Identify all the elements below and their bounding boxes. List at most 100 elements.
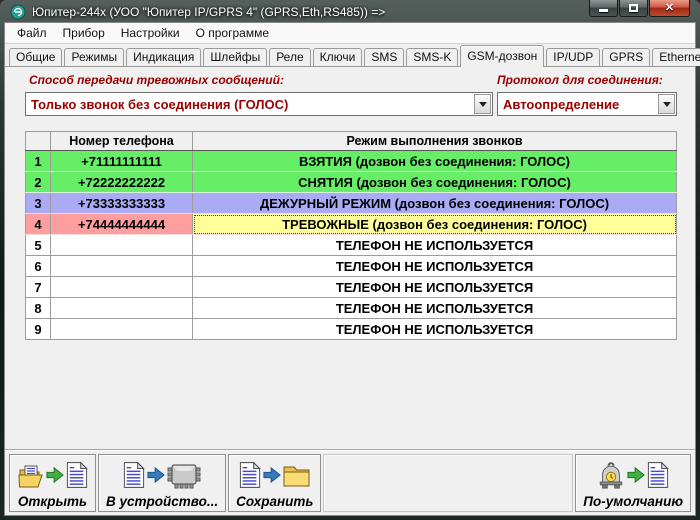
row-number: 8	[26, 298, 51, 319]
mode-cell[interactable]: ТЕЛЕФОН НЕ ИСПОЛЬЗУЕТСЯ	[193, 298, 677, 319]
tab-sms[interactable]: SMS	[364, 48, 404, 66]
document-icon	[239, 461, 261, 489]
mode-cell[interactable]: ДЕЖУРНЫЙ РЕЖИМ (дозвон без соединения: Г…	[193, 193, 677, 214]
menu-bar: Файл Прибор Настройки О программе	[5, 23, 695, 44]
app-icon	[10, 4, 26, 20]
close-icon: ✕	[665, 3, 674, 14]
header-row-number	[26, 132, 51, 151]
window-title: Юпитер-244x (УОО "Юпитер IP/GPRS 4" (GPR…	[32, 5, 385, 19]
chevron-down-icon	[479, 102, 487, 111]
tab-shleyfy[interactable]: Шлейфы	[203, 48, 267, 66]
minimize-icon	[599, 9, 608, 12]
menu-file[interactable]: Файл	[9, 24, 55, 42]
phone-cell[interactable]	[51, 277, 193, 298]
protocol-value: Автоопределение	[498, 97, 658, 112]
window-controls: ✕	[588, 0, 690, 17]
mode-cell[interactable]: ТЕЛЕФОН НЕ ИСПОЛЬЗУЕТСЯ	[193, 256, 677, 277]
row-number: 2	[26, 172, 51, 193]
table-header-row: Номер телефона Режим выполнения звонков	[26, 132, 677, 151]
row-number: 9	[26, 319, 51, 340]
save-icon	[239, 457, 310, 493]
minimize-button[interactable]	[589, 0, 618, 17]
green-arrow-icon	[627, 465, 645, 485]
tab-ip-udp[interactable]: IP/UDP	[546, 48, 600, 66]
chevron-down-icon	[663, 102, 671, 111]
phone-cell[interactable]	[51, 298, 193, 319]
phone-cell[interactable]: +72222222222	[51, 172, 193, 193]
table-row: 6 ТЕЛЕФОН НЕ ИСПОЛЬЗУЕТСЯ	[26, 256, 677, 277]
table-row: 1 +71111111111 ВЗЯТИЯ (дозвон без соедин…	[26, 151, 677, 172]
defaults-icon	[597, 457, 669, 493]
tab-strip: Общие Режимы Индикация Шлейфы Реле Ключи…	[5, 44, 695, 66]
phone-cell[interactable]: +73333333333	[51, 193, 193, 214]
tab-gprs[interactable]: GPRS	[602, 48, 650, 66]
defaults-button-label: По-умолчанию	[583, 493, 683, 510]
chip-icon	[167, 462, 201, 489]
mode-cell[interactable]: СНЯТИЯ (дозвон без соединения: ГОЛОС)	[193, 172, 677, 193]
row-number: 1	[26, 151, 51, 172]
write-to-device-button-label: В устройство...	[106, 493, 218, 510]
alarm-method-select[interactable]: Только звонок без соединения (ГОЛОС)	[25, 92, 493, 116]
maximize-button[interactable]	[619, 0, 648, 17]
mode-cell[interactable]: ВЗЯТИЯ (дозвон без соединения: ГОЛОС)	[193, 151, 677, 172]
write-to-device-button[interactable]: В устройство...	[98, 454, 226, 512]
phone-cell[interactable]	[51, 319, 193, 340]
tab-indikaciya[interactable]: Индикация	[126, 48, 201, 66]
blue-arrow-icon	[147, 465, 165, 485]
gsm-dozvon-page: Способ передачи тревожных сообщений: Про…	[5, 66, 695, 449]
menu-settings[interactable]: Настройки	[113, 24, 188, 42]
tab-klyuchi[interactable]: Ключи	[313, 48, 363, 66]
table-row: 2 +72222222222 СНЯТИЯ (дозвон без соедин…	[26, 172, 677, 193]
tab-rele[interactable]: Реле	[269, 48, 310, 66]
save-button[interactable]: Сохранить	[228, 454, 321, 512]
green-arrow-icon	[46, 465, 64, 485]
phone-table: Номер телефона Режим выполнения звонков …	[25, 131, 677, 340]
table-row: 3 +73333333333 ДЕЖУРНЫЙ РЕЖИМ (дозвон бе…	[26, 193, 677, 214]
write-to-device-icon	[123, 457, 201, 493]
open-icon	[17, 457, 88, 493]
toolbar-spacer	[323, 454, 573, 512]
tab-ethernet[interactable]: Ethernet	[652, 48, 700, 66]
save-button-label: Сохранить	[236, 493, 313, 510]
protocol-dropdown-button[interactable]	[658, 94, 675, 114]
phone-cell[interactable]	[51, 256, 193, 277]
tab-obshchie[interactable]: Общие	[9, 48, 62, 66]
folder-open-icon	[17, 462, 44, 489]
window-body: Файл Прибор Настройки О программе Общие …	[4, 22, 696, 516]
open-button[interactable]: Открыть	[9, 454, 96, 512]
menu-about[interactable]: О программе	[188, 24, 277, 42]
menu-device[interactable]: Прибор	[55, 24, 113, 42]
alarm-method-label: Способ передачи тревожных сообщений:	[29, 73, 284, 87]
blue-arrow-icon	[263, 465, 281, 485]
defaults-button[interactable]: По-умолчанию	[575, 454, 691, 512]
close-button[interactable]: ✕	[649, 0, 690, 17]
phone-cell[interactable]	[51, 235, 193, 256]
tab-gsm-dozvon[interactable]: GSM-дозвон	[460, 45, 544, 67]
mode-cell[interactable]: ТЕЛЕФОН НЕ ИСПОЛЬЗУЕТСЯ	[193, 235, 677, 256]
phone-cell[interactable]: +74444444444	[51, 214, 193, 235]
alarm-method-value: Только звонок без соединения (ГОЛОС)	[26, 97, 474, 112]
header-phone: Номер телефона	[51, 132, 193, 151]
protocol-select[interactable]: Автоопределение	[497, 92, 677, 116]
row-number: 3	[26, 193, 51, 214]
mode-cell[interactable]: ТЕЛЕФОН НЕ ИСПОЛЬЗУЕТСЯ	[193, 277, 677, 298]
mode-cell[interactable]: ТЕЛЕФОН НЕ ИСПОЛЬЗУЕТСЯ	[193, 319, 677, 340]
table-row: 8 ТЕЛЕФОН НЕ ИСПОЛЬЗУЕТСЯ	[26, 298, 677, 319]
table-row: 5 ТЕЛЕФОН НЕ ИСПОЛЬЗУЕТСЯ	[26, 235, 677, 256]
open-button-label: Открыть	[18, 493, 87, 510]
phone-cell[interactable]: +71111111111	[51, 151, 193, 172]
document-icon	[647, 461, 669, 489]
tab-rezhimy[interactable]: Режимы	[64, 48, 124, 66]
tab-sms-k[interactable]: SMS-K	[406, 48, 458, 66]
bell-icon	[597, 461, 625, 490]
app-window: Юпитер-244x (УОО "Юпитер IP/GPRS 4" (GPR…	[0, 0, 700, 520]
bottom-toolbar: Открыть	[5, 449, 695, 515]
row-number: 6	[26, 256, 51, 277]
table-row: 7 ТЕЛЕФОН НЕ ИСПОЛЬЗУЕТСЯ	[26, 277, 677, 298]
folder-icon	[283, 463, 310, 488]
header-mode: Режим выполнения звонков	[193, 132, 677, 151]
protocol-label: Протокол для соединения:	[497, 73, 663, 87]
alarm-method-dropdown-button[interactable]	[474, 94, 491, 114]
row-number: 5	[26, 235, 51, 256]
mode-cell[interactable]: ТРЕВОЖНЫЕ (дозвон без соединения: ГОЛОС)	[193, 214, 677, 235]
